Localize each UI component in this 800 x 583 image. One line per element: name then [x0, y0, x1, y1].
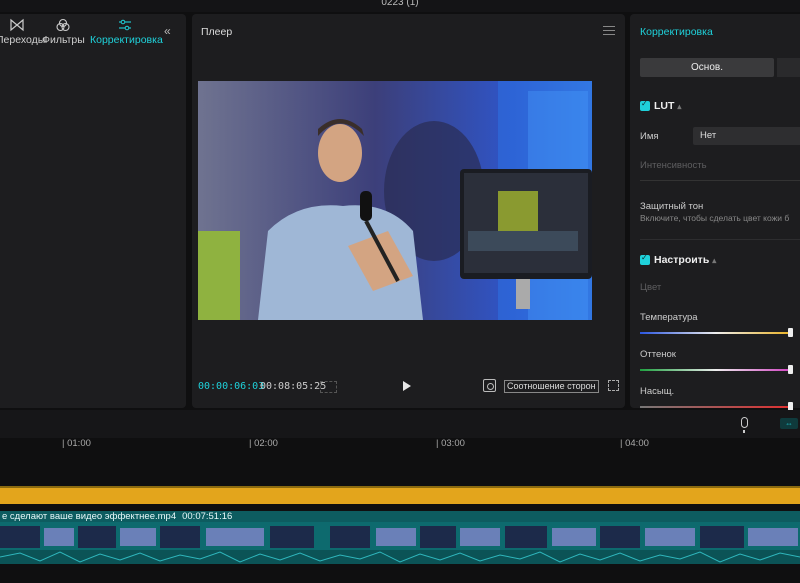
audio-waveform [0, 550, 800, 564]
intensity-label: Интенсивность [640, 160, 707, 171]
video-clip-header[interactable]: е сделают ваше видео эффектнее.mp4 00:07:… [0, 511, 800, 522]
clip-duration: 00:07:51:16 [182, 511, 233, 522]
fullscreen-icon[interactable] [608, 380, 619, 391]
effects-panel: Переходы Фильтры Корректировка « [0, 14, 186, 408]
basic-tab[interactable]: Основ. [640, 58, 774, 77]
tab-adjust-label: Корректировка [90, 34, 163, 46]
tab-transitions-label: Переходы [0, 34, 46, 46]
temperature-thumb[interactable] [788, 328, 793, 337]
tab-filters-label: Фильтры [42, 34, 85, 46]
ruler-tick: | 03:00 [436, 438, 465, 449]
play-icon[interactable] [403, 381, 411, 391]
aspect-ratio-button[interactable]: Соотношение сторон [504, 380, 599, 393]
lut-checkbox[interactable] [640, 99, 650, 111]
clip-name: е сделают ваше видео эффектнее.mp4 [2, 511, 177, 522]
divider [640, 239, 800, 240]
adjust-checkbox[interactable] [640, 253, 650, 265]
tint-label: Оттенок [640, 349, 676, 360]
saturation-slider[interactable] [640, 406, 792, 408]
tint-slider[interactable] [640, 369, 792, 371]
double-chevron-left-icon[interactable]: « [164, 24, 171, 38]
current-timecode: 00:00:06:03 [198, 381, 265, 392]
filters-icon [42, 18, 84, 34]
hsl-tab[interactable] [777, 58, 800, 77]
audio-clip[interactable] [0, 488, 800, 504]
grid-icon[interactable] [320, 381, 337, 393]
lut-name-label: Имя [640, 131, 659, 142]
lut-section-title[interactable]: LUT ▴ [654, 100, 681, 112]
window-title: 0223 (1) [0, 0, 800, 12]
adjust-panel-title: Корректировка [640, 26, 713, 38]
tab-adjust[interactable]: Корректировка [90, 16, 163, 52]
saturation-label: Насыщ. [640, 386, 675, 397]
transitions-icon [0, 18, 38, 34]
video-preview[interactable] [198, 81, 592, 320]
adjust-section-title[interactable]: Настроить ▴ [654, 254, 716, 266]
tab-filters[interactable]: Фильтры [42, 16, 85, 52]
link-icon[interactable]: ⇔ [780, 418, 798, 429]
lut-name-select[interactable]: Нет [693, 127, 800, 145]
ruler-tick: | 02:00 [249, 438, 278, 449]
adjust-panel: Корректировка Основ. LUT ▴ Имя Нет Интен… [630, 14, 800, 411]
skin-tone-hint: Включите, чтобы сделать цвет кожи б [640, 213, 790, 223]
intensity-slider[interactable] [640, 180, 800, 181]
color-label: Цвет [640, 282, 662, 293]
temperature-slider[interactable] [640, 332, 792, 334]
timeline-toolbar: ⇔ [0, 410, 800, 438]
tint-thumb[interactable] [788, 365, 793, 374]
menu-icon[interactable] [603, 26, 615, 35]
player-title: Плеер [201, 26, 233, 38]
fit-view-icon[interactable] [483, 379, 496, 392]
temperature-label: Температура [640, 312, 698, 323]
microphone-icon[interactable] [741, 417, 748, 433]
adjust-icon [90, 18, 160, 34]
ruler-tick: | 01:00 [62, 438, 91, 449]
total-timecode: 00:08:05:25 [260, 381, 327, 392]
timeline-ruler[interactable]: | 01:00 | 02:00 | 03:00 | 04:00 [0, 438, 800, 460]
ruler-tick: | 04:00 [620, 438, 649, 449]
tab-transitions[interactable]: Переходы [0, 16, 45, 52]
skin-tone-label: Защитный тон [640, 201, 704, 212]
player-panel: Плеер 00:00:06:03 00:08:05:25 Соотношени… [192, 14, 625, 408]
